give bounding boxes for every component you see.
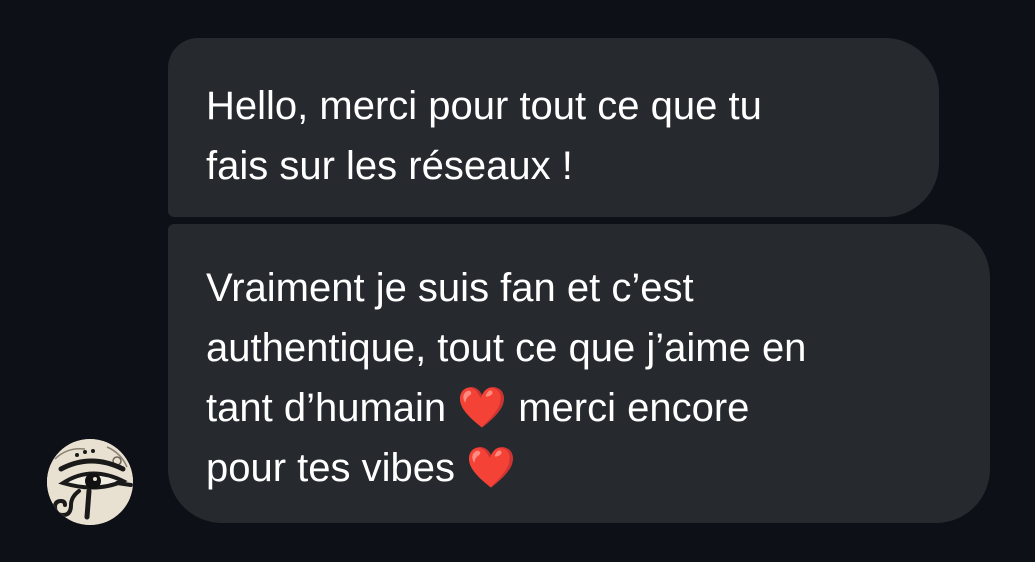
sender-avatar[interactable]	[47, 439, 133, 525]
received-message-bubble[interactable]: Vraiment je suis fan et c’est authentiqu…	[168, 224, 990, 523]
eye-of-horus-icon	[47, 439, 133, 525]
received-message-bubble[interactable]: Hello, merci pour tout ce que tu fais su…	[168, 38, 939, 217]
chat-screen: Hello, merci pour tout ce que tu fais su…	[0, 0, 1035, 562]
